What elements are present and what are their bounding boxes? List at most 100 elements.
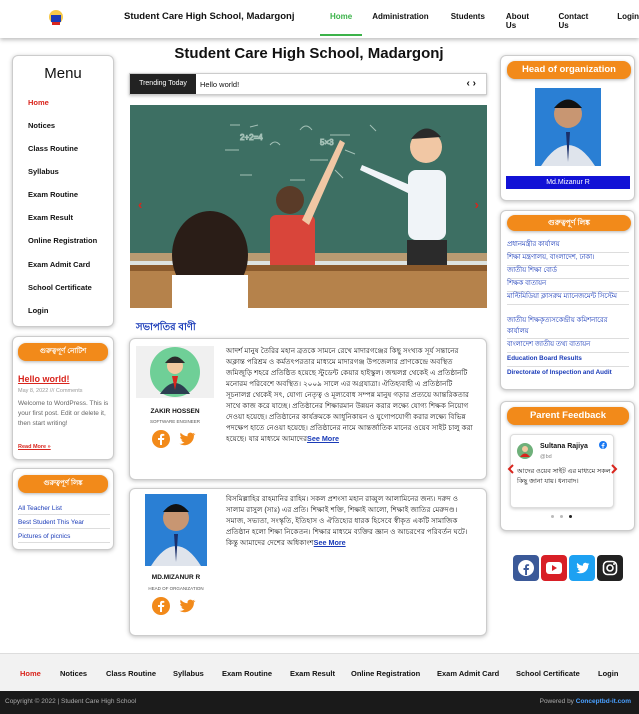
see-more-link[interactable]: See More	[314, 538, 346, 547]
left-important-links: গুরুত্বপূর্ণ লিঙ্ক All Teacher List Best…	[12, 468, 114, 550]
right-links-heading: গুরুত্বপূর্ণ লিঙ্ক	[507, 215, 631, 231]
left-links-heading: গুরুত্বপূর্ণ লিঙ্ক	[18, 475, 108, 493]
school-logo[interactable]	[48, 9, 64, 26]
trending-text[interactable]: Hello world!	[200, 80, 239, 89]
side-menu: Menu Home Notices Class Routine Syllabus…	[12, 55, 114, 327]
menu-item-class-routine[interactable]: Class Routine	[28, 144, 78, 153]
nav-login[interactable]: Login	[617, 12, 639, 36]
right-link-commissioner-office[interactable]: জাতীয় শিক্ষকৃত্যসকেন্দ্রীয় কমিশনারের ক…	[507, 316, 629, 339]
facebook-button[interactable]	[513, 555, 539, 581]
head-name: Md.Mizanur R	[506, 176, 630, 189]
person-role: HEAD OF ORGANIZATION	[148, 586, 204, 591]
twitter-icon[interactable]	[178, 430, 196, 448]
feedback-heading: Parent Feedback	[507, 407, 629, 425]
footer-nav-online-registration[interactable]: Online Registration	[351, 669, 420, 678]
nav-home[interactable]: Home	[320, 12, 363, 36]
head-message-card: MD.MIZANUR R HEAD OF ORGANIZATION বিসমিল…	[129, 488, 487, 636]
right-link-education-ministry[interactable]: শিক্ষা মন্ত্রণালয়, বাংলাদেশ, ঢাকা।	[507, 253, 629, 266]
speech-section-heading: সভাপতির বাণী	[136, 322, 196, 333]
menu-item-exam-result[interactable]: Exam Result	[28, 213, 73, 222]
left-link-teacher-list[interactable]: All Teacher List	[18, 505, 110, 515]
pagination-dot[interactable]	[560, 515, 563, 518]
avatar	[145, 494, 207, 566]
menu-item-syllabus[interactable]: Syllabus	[28, 167, 59, 176]
instagram-button[interactable]	[597, 555, 623, 581]
message-text: বিসমিল্লাহির রাহমানির রাহিম। সকল প্রশংসা…	[226, 493, 478, 548]
right-link-dia[interactable]: Directorate of Inspection and Audit	[507, 368, 629, 380]
menu-item-notices[interactable]: Notices	[28, 121, 55, 130]
person-role: SOFTWARE ENGINEER	[149, 419, 201, 424]
youtube-icon	[546, 562, 562, 574]
footer-nav-home[interactable]: Home	[20, 669, 41, 678]
facebook-icon[interactable]	[152, 430, 170, 448]
footer-nav-school-certificate[interactable]: School Certificate	[516, 669, 580, 678]
message-body: আদর্শ মানুষ তৈরির মহান ব্রতকে সামনে রেখে…	[226, 346, 473, 443]
footer-nav-class-routine[interactable]: Class Routine	[106, 669, 156, 678]
top-navbar: Student Care High School, Madargonj Home…	[0, 0, 639, 38]
footer-nav-syllabus[interactable]: Syllabus	[173, 669, 204, 678]
social-row	[152, 430, 196, 448]
menu-item-login[interactable]: Login	[28, 306, 48, 315]
svg-text:2+2=4: 2+2=4	[240, 133, 263, 142]
facebook-icon[interactable]	[599, 441, 607, 449]
avatar	[136, 346, 214, 398]
menu-item-school-certificate[interactable]: School Certificate	[28, 283, 92, 292]
page-title: Student Care High School, Madargonj	[174, 45, 444, 62]
copyright-text: Copyright © 2022 | Student Care High Sch…	[5, 698, 137, 705]
feedback-next-button[interactable]	[610, 464, 618, 474]
left-link-best-student[interactable]: Best Student This Year	[18, 519, 110, 529]
read-more-link[interactable]: Read More »	[18, 444, 51, 450]
right-link-multimedia-classroom[interactable]: মাল্টিমিডিয়া ক্লাসরুম ম্যানেজমেন্ট সিস্…	[507, 292, 629, 305]
notice-post-title[interactable]: Hello world!	[18, 374, 70, 384]
powered-by-link[interactable]: Conceptbd-it.com	[576, 698, 631, 705]
trending-prev-button[interactable]: ‹	[467, 78, 470, 89]
facebook-icon[interactable]	[152, 597, 170, 615]
message-body: বিসমিল্লাহির রাহমানির রাহিম। সকল প্রশংসা…	[226, 494, 468, 547]
pagination-dot[interactable]	[551, 515, 554, 518]
avatar	[517, 443, 533, 459]
notice-widget: গুরুত্বপূর্ণ নোটিশ Hello world! May 8, 2…	[12, 336, 114, 460]
right-link-pmo[interactable]: প্রধানমন্ত্রীর কার্যালয়	[507, 240, 629, 253]
left-link-picnics[interactable]: Pictures of picnics	[18, 533, 110, 543]
trending-label: Trending Today	[130, 74, 196, 94]
site-title[interactable]: Student Care High School, Madargonj	[124, 11, 294, 22]
menu-item-exam-routine[interactable]: Exam Routine	[28, 190, 78, 199]
nav-about-us[interactable]: About Us	[506, 12, 539, 36]
see-more-link[interactable]: See More	[307, 434, 339, 443]
nav-students[interactable]: Students	[451, 12, 485, 36]
footer-nav-exam-routine[interactable]: Exam Routine	[222, 669, 272, 678]
feedback-author: Sultana Rajiya	[540, 443, 588, 450]
menu-item-exam-admit-card[interactable]: Exam Admit Card	[28, 260, 90, 269]
twitter-icon[interactable]	[178, 597, 196, 615]
slider-next-button[interactable]: ›	[475, 197, 479, 212]
slider-prev-button[interactable]: ‹	[138, 197, 142, 212]
youtube-button[interactable]	[541, 555, 567, 581]
right-link-education-board[interactable]: জাতীয় শিক্ষা বোর্ড	[507, 266, 629, 279]
copyright-bar: Copyright © 2022 | Student Care High Sch…	[0, 691, 639, 714]
right-link-teachers-portal[interactable]: শিক্ষক বাতায়ন	[507, 279, 629, 292]
right-link-board-results[interactable]: Education Board Results	[507, 354, 629, 367]
menu-item-home[interactable]: Home	[28, 98, 49, 107]
president-message-card: ZAKIR HOSSEN SOFTWARE ENGINEER আদর্শ মান…	[129, 338, 487, 480]
powered-by-label: Powered by	[539, 698, 576, 705]
right-link-national-portal[interactable]: বাংলাদেশ জাতীয় তথ্য বাতায়ন	[507, 340, 629, 353]
trending-next-button[interactable]: ›	[473, 78, 476, 89]
menu-item-online-registration[interactable]: Online Registration	[28, 236, 97, 245]
trending-arrows: ‹ ›	[467, 78, 476, 89]
notice-post-meta: May 8, 2022 /// Comments	[18, 388, 83, 394]
instagram-icon	[602, 560, 618, 576]
footer-nav-exam-result[interactable]: Exam Result	[290, 669, 335, 678]
social-row	[152, 597, 196, 615]
head-heading: Head of organization	[507, 61, 631, 79]
head-photo	[535, 88, 601, 166]
twitter-button[interactable]	[569, 555, 595, 581]
nav-administration[interactable]: Administration	[372, 12, 428, 36]
footer-nav-login[interactable]: Login	[598, 669, 618, 678]
footer-nav-notices[interactable]: Notices	[60, 669, 87, 678]
pagination-dot-active[interactable]	[569, 515, 572, 518]
footer-nav-exam-admit-card[interactable]: Exam Admit Card	[437, 669, 499, 678]
classroom-photo: 2+2=4 5×3 √9	[130, 105, 487, 308]
feedback-card: Sultana Rajiya @bd আদের ওয়েব সাইট এর মা…	[510, 434, 614, 508]
feedback-prev-button[interactable]	[507, 464, 515, 474]
nav-contact-us[interactable]: Contact Us	[559, 12, 598, 36]
